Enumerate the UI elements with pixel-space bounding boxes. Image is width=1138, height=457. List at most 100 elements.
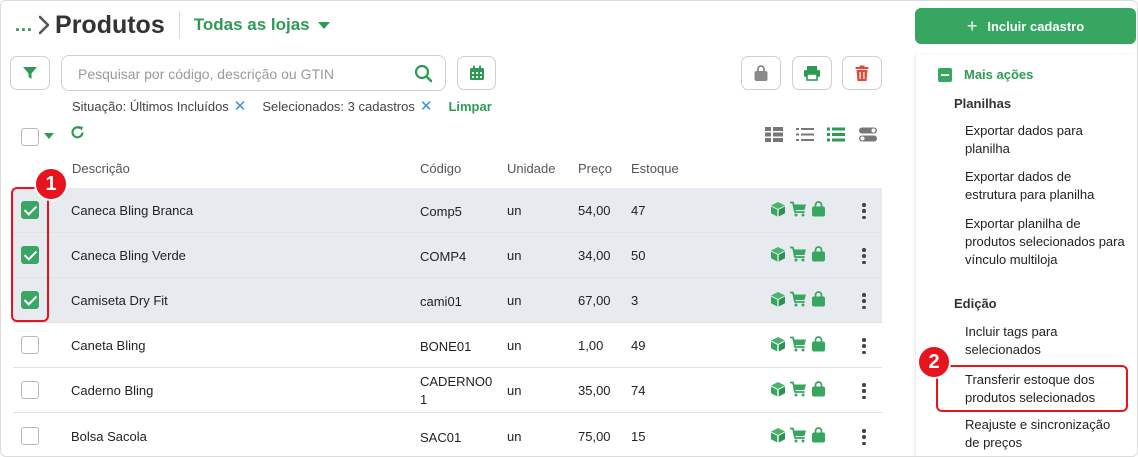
printer-icon bbox=[804, 66, 820, 81]
cart-icon[interactable] bbox=[790, 381, 807, 397]
print-button[interactable] bbox=[792, 56, 832, 90]
more-options-icon[interactable] bbox=[859, 336, 869, 356]
product-description[interactable]: Caneta Bling bbox=[71, 338, 145, 353]
column-header-unit[interactable]: Unidade bbox=[507, 161, 555, 176]
product-price: 34,00 bbox=[578, 248, 611, 263]
filter-icon bbox=[23, 67, 37, 79]
search-icon[interactable] bbox=[414, 64, 433, 83]
product-description[interactable]: Bolsa Sacola bbox=[71, 429, 147, 444]
remove-filter-icon[interactable]: ✕ bbox=[234, 97, 247, 115]
more-options-icon[interactable] bbox=[859, 291, 869, 311]
breadcrumb: ... Produtos Todas as lojas bbox=[15, 9, 330, 41]
product-price: 67,00 bbox=[578, 293, 611, 308]
cart-icon[interactable] bbox=[790, 246, 807, 262]
bag-icon[interactable] bbox=[811, 427, 826, 443]
product-description[interactable]: Caneca Bling Branca bbox=[71, 203, 193, 218]
select-all-checkbox[interactable] bbox=[21, 128, 39, 146]
product-code: SAC01 bbox=[420, 430, 462, 445]
box-icon[interactable] bbox=[770, 291, 786, 307]
box-icon[interactable] bbox=[770, 336, 786, 352]
table-row[interactable]: Caneca Bling Verde COMP4 un 34,00 50 bbox=[13, 233, 882, 278]
product-stock: 47 bbox=[631, 203, 646, 218]
box-icon[interactable] bbox=[770, 201, 786, 217]
grid-view-icon[interactable] bbox=[765, 127, 783, 142]
store-selector[interactable]: Todas as lojas bbox=[194, 15, 330, 35]
more-options-icon[interactable] bbox=[859, 246, 869, 266]
section-title-editing: Edição bbox=[954, 296, 997, 311]
more-options-icon[interactable] bbox=[859, 201, 869, 221]
active-filters: Situação: Últimos Incluídos ✕ Selecionad… bbox=[72, 97, 492, 115]
cart-icon[interactable] bbox=[790, 201, 807, 217]
product-description[interactable]: Caneca Bling Verde bbox=[71, 248, 186, 263]
table-row[interactable]: Caderno Bling CADERNO0 1 un 35,00 74 bbox=[13, 368, 882, 413]
bag-icon[interactable] bbox=[811, 246, 826, 262]
chevron-right-icon bbox=[38, 15, 50, 35]
product-description[interactable]: Camiseta Dry Fit bbox=[71, 293, 168, 308]
bag-icon[interactable] bbox=[811, 336, 826, 352]
menu-item-include-tags[interactable]: Incluir tags para selecionados bbox=[965, 323, 1125, 359]
product-code: BONE01 bbox=[420, 339, 472, 354]
product-code: COMP4 bbox=[420, 249, 467, 264]
row-status-icons bbox=[770, 246, 826, 262]
toggle-columns-icon[interactable] bbox=[858, 127, 878, 142]
menu-item-export-data[interactable]: Exportar dados para planilha bbox=[965, 122, 1125, 158]
search-input[interactable] bbox=[78, 64, 408, 84]
table-row[interactable]: Bolsa Sacola SAC01 un 75,00 15 bbox=[13, 414, 882, 456]
refresh-icon[interactable] bbox=[70, 125, 85, 140]
table-row[interactable]: Caneca Bling Branca Comp5 un 54,00 47 bbox=[13, 188, 882, 233]
bag-icon[interactable] bbox=[811, 381, 826, 397]
column-header-description[interactable]: Descrição bbox=[72, 161, 130, 176]
menu-item-export-structure[interactable]: Exportar dados de estrutura para planilh… bbox=[965, 168, 1125, 204]
bag-icon[interactable] bbox=[811, 201, 826, 217]
filter-button[interactable] bbox=[10, 56, 50, 90]
row-checkbox[interactable] bbox=[21, 336, 39, 354]
bag-icon[interactable] bbox=[811, 291, 826, 307]
menu-item-price-adjustment[interactable]: Reajuste e sincronização de preços bbox=[965, 416, 1125, 452]
box-icon[interactable] bbox=[770, 381, 786, 397]
annotation-highlight-checkboxes bbox=[11, 187, 49, 322]
product-unit: un bbox=[507, 248, 522, 263]
product-stock: 49 bbox=[631, 338, 646, 353]
annotation-callout-2: 2 bbox=[917, 345, 951, 379]
cart-icon[interactable] bbox=[790, 336, 807, 352]
annotation-callout-1: 1 bbox=[34, 167, 68, 201]
add-product-button[interactable]: + Incluir cadastro bbox=[915, 8, 1136, 44]
product-code: cami01 bbox=[420, 294, 462, 309]
box-icon[interactable] bbox=[770, 246, 786, 262]
product-code: CADERNO0 1 bbox=[420, 374, 493, 407]
compact-list-view-icon[interactable] bbox=[827, 127, 845, 142]
product-description[interactable]: Caderno Bling bbox=[71, 383, 153, 398]
date-filter-button[interactable] bbox=[457, 56, 496, 90]
more-actions-toggle[interactable]: Mais ações bbox=[938, 67, 1033, 82]
select-options-caret-icon[interactable] bbox=[44, 133, 54, 139]
column-header-code[interactable]: Código bbox=[420, 161, 461, 176]
cart-icon[interactable] bbox=[790, 291, 807, 307]
menu-item-export-multistore[interactable]: Exportar planilha de produtos selecionad… bbox=[965, 215, 1125, 269]
filter-chip-label: Situação: Últimos Incluídos bbox=[72, 98, 229, 114]
app-frame: ... Produtos Todas as lojas Situação: Úl… bbox=[0, 0, 1138, 457]
column-header-stock[interactable]: Estoque bbox=[631, 161, 679, 176]
delete-button[interactable] bbox=[842, 56, 882, 90]
table-row[interactable]: Caneta Bling BONE01 un 1,00 49 bbox=[13, 323, 882, 368]
more-options-icon[interactable] bbox=[859, 427, 869, 447]
product-unit: un bbox=[507, 429, 522, 444]
breadcrumb-back-link[interactable]: ... bbox=[15, 15, 33, 36]
clear-filters-link[interactable]: Limpar bbox=[448, 99, 491, 114]
row-status-icons bbox=[770, 336, 826, 352]
cart-icon[interactable] bbox=[790, 427, 807, 443]
product-unit: un bbox=[507, 203, 522, 218]
bag-action-button[interactable] bbox=[741, 56, 781, 90]
more-options-icon[interactable] bbox=[859, 381, 869, 401]
list-view-icon[interactable] bbox=[796, 127, 814, 142]
table-header: Descrição Código Unidade Preço Estoque bbox=[1, 159, 881, 179]
product-price: 75,00 bbox=[578, 429, 611, 444]
table-row[interactable]: Camiseta Dry Fit cami01 un 67,00 3 bbox=[13, 278, 882, 323]
row-checkbox[interactable] bbox=[21, 427, 39, 445]
remove-filter-icon[interactable]: ✕ bbox=[420, 97, 433, 115]
box-icon[interactable] bbox=[770, 427, 786, 443]
row-checkbox[interactable] bbox=[21, 381, 39, 399]
more-actions-label: Mais ações bbox=[964, 67, 1034, 82]
search-box bbox=[61, 55, 446, 91]
column-header-price[interactable]: Preço bbox=[578, 161, 612, 176]
annotation-highlight-transfer-stock bbox=[936, 365, 1128, 412]
